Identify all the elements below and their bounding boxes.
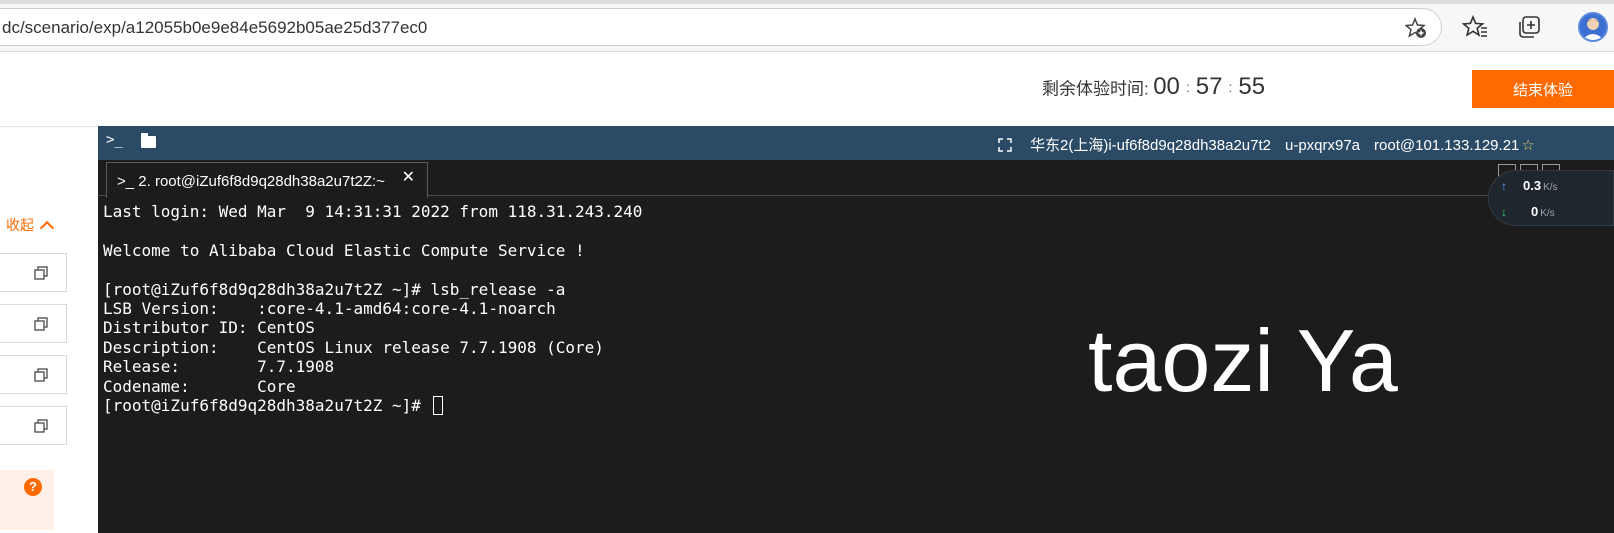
copy-command-box[interactable] [0,253,67,292]
copy-icon[interactable] [34,317,48,331]
copy-command-box[interactable] [0,406,67,445]
chevron-up-icon [39,220,55,236]
terminal-line: [root@iZuf6f8d9q28dh38a2u7t2Z ~]# lsb_re… [103,279,566,299]
url-text[interactable]: dc/scenario/exp/a12055b0e9e84e5692b05ae2… [2,18,427,38]
download-speed: ↓ 0 K/s [1501,204,1555,219]
help-card[interactable]: ? [0,470,54,530]
terminal-panel: >_ 华东2(上海)i-uf6f8d9q28dh38a2u7t2 u-pxqrx9… [98,126,1614,533]
timer-hours: 00 [1153,73,1180,100]
timer-label: 剩余体验时间: [1042,79,1149,99]
instance-region: 华东2(上海)i-uf6f8d9q28dh38a2u7t2 [1030,137,1271,154]
terminal-prompt-line[interactable]: [root@iZuf6f8d9q28dh38a2u7t2Z ~]# [103,396,642,416]
collapse-label: 收起 [6,217,34,233]
tab-strip [0,0,1614,4]
terminal-line: Release: 7.7.1908 [103,357,335,377]
terminal-line: Description: CentOS Linux release 7.7.19… [103,337,604,357]
copy-icon[interactable] [34,368,48,382]
extension-icon[interactable]: ☆ [1521,137,1534,154]
timer-separator: : [1185,79,1190,95]
terminal-line: Welcome to Alibaba Cloud Elastic Compute… [103,240,585,260]
close-icon[interactable]: ✕ [402,167,415,187]
terminal-line: Codename: Core [103,376,296,396]
collections-icon[interactable] [1516,14,1542,40]
upload-unit: K/s [1543,182,1558,193]
screen: dc/scenario/exp/a12055b0e9e84e5692b05ae2… [0,0,1614,533]
end-experience-button[interactable]: 结束体验 [1472,70,1614,108]
upload-arrow-icon: ↑ [1501,179,1507,193]
terminal-cursor[interactable] [432,396,443,416]
terminal-prompt: [root@iZuf6f8d9q28dh38a2u7t2Z ~]# [103,396,431,416]
timer-separator: : [1228,79,1233,95]
upload-value: 0.3 [1523,178,1542,193]
download-unit: K/s [1540,208,1555,219]
page-header: 剩余体验时间: 00:57:55 结束体验 [0,53,1614,126]
collapse-button[interactable]: 收起 [6,215,55,236]
browser-toolbar: dc/scenario/exp/a12055b0e9e84e5692b05ae2… [0,0,1614,52]
terminal-line: LSB Version: :core-4.1-amd64:core-4.1-no… [103,299,556,319]
favorites-add-icon[interactable] [1405,17,1427,39]
copy-command-box[interactable] [0,355,67,394]
terminal-tab-row: >_ 2. root@iZuf6f8d9q28dh38a2u7t2Z:~ ✕ [98,160,1614,198]
terminal-icon[interactable]: >_ [106,132,123,148]
help-icon[interactable]: ? [24,478,42,496]
terminal-line: Last login: Wed Mar 9 14:31:31 2022 from… [103,202,643,221]
terminal-toolbar: >_ 华东2(上海)i-uf6f8d9q28dh38a2u7t2 u-pxqrx9… [98,126,1614,160]
terminal-tab[interactable]: >_ 2. root@iZuf6f8d9q28dh38a2u7t2Z:~ ✕ [106,162,428,198]
copy-command-box[interactable] [0,304,67,343]
instance-user: u-pxqrx97a [1284,137,1361,154]
network-speed-widget: ↑ 0.3 K/s ↓ 0 K/s [1488,170,1614,226]
copy-icon[interactable] [34,266,48,280]
terminal-output[interactable]: Last login: Wed Mar 9 14:31:31 2022 from… [103,202,643,416]
remaining-time: 剩余体验时间: 00:57:55 [1042,73,1265,101]
timer-seconds: 55 [1238,73,1266,100]
instance-info: 华东2(上海)i-uf6f8d9q28dh38a2u7t2 u-pxqrx97a r… [998,134,1535,155]
copy-icon[interactable] [34,419,48,433]
terminal-line: Distributor ID: CentOS [103,318,315,338]
folder-icon[interactable] [141,133,156,148]
left-sidebar: 收起 ? [0,126,98,533]
favorites-icon[interactable] [1462,14,1488,40]
download-arrow-icon: ↓ [1501,205,1507,219]
upload-speed: ↑ 0.3 K/s [1501,178,1558,193]
user-icon [1582,18,1604,40]
address-bar[interactable]: dc/scenario/exp/a12055b0e9e84e5692b05ae2… [0,8,1442,46]
download-value: 0 [1531,204,1539,219]
timer-minutes: 57 [1195,73,1223,100]
fullscreen-icon[interactable] [998,138,1012,152]
watermark-text: taozi Ya [1088,311,1398,410]
terminal-tab-label[interactable]: >_ 2. root@iZuf6f8d9q28dh38a2u7t2Z:~ [117,173,385,190]
profile-avatar[interactable] [1578,12,1608,42]
instance-login: root@101.133.129.21 [1374,137,1520,154]
